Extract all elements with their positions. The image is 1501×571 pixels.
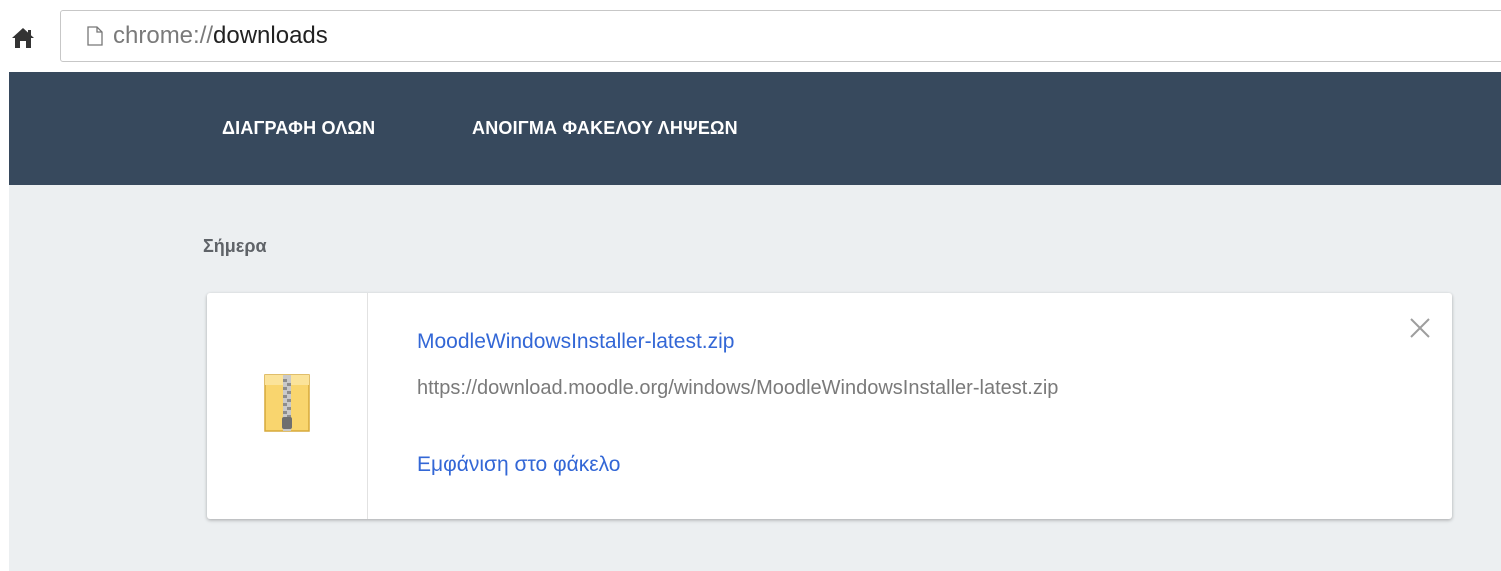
downloads-toolbar: ΔΙΑΓΡΑΦΗ ΟΛΩΝ ΑΝΟΙΓΜΑ ΦΑΚΕΛΟΥ ΛΗΨΕΩΝ xyxy=(9,72,1501,185)
file-icon-cell xyxy=(207,293,368,519)
address-bar[interactable]: chrome://downloads xyxy=(60,10,1501,62)
download-file-name-link[interactable]: MoodleWindowsInstaller-latest.zip xyxy=(417,329,734,355)
page-icon xyxy=(87,26,103,46)
home-icon[interactable] xyxy=(10,26,36,50)
omnibar: chrome://downloads xyxy=(0,0,1501,72)
show-in-folder-link[interactable]: Εμφάνιση στο φάκελο xyxy=(417,452,620,478)
open-downloads-folder-button[interactable]: ΑΝΟΙΓΜΑ ΦΑΚΕΛΟΥ ΛΗΨΕΩΝ xyxy=(472,116,738,140)
url-text[interactable]: chrome://downloads xyxy=(113,21,328,51)
close-icon[interactable] xyxy=(1407,315,1433,341)
clear-all-button[interactable]: ΔΙΑΓΡΑΦΗ ΟΛΩΝ xyxy=(222,116,375,140)
url-host: downloads xyxy=(213,22,328,49)
url-scheme: chrome:// xyxy=(113,22,214,49)
downloads-page: ΔΙΑΓΡΑΦΗ ΟΛΩΝ ΑΝΟΙΓΜΑ ΦΑΚΕΛΟΥ ΛΗΨΕΩΝ Σήμ… xyxy=(9,72,1501,571)
date-section-title: Σήμερα xyxy=(203,236,267,256)
download-source-url: https://download.moodle.org/windows/Mood… xyxy=(417,377,1059,399)
download-item-card: MoodleWindowsInstaller-latest.zip https:… xyxy=(207,293,1452,519)
zip-file-icon xyxy=(264,374,310,432)
